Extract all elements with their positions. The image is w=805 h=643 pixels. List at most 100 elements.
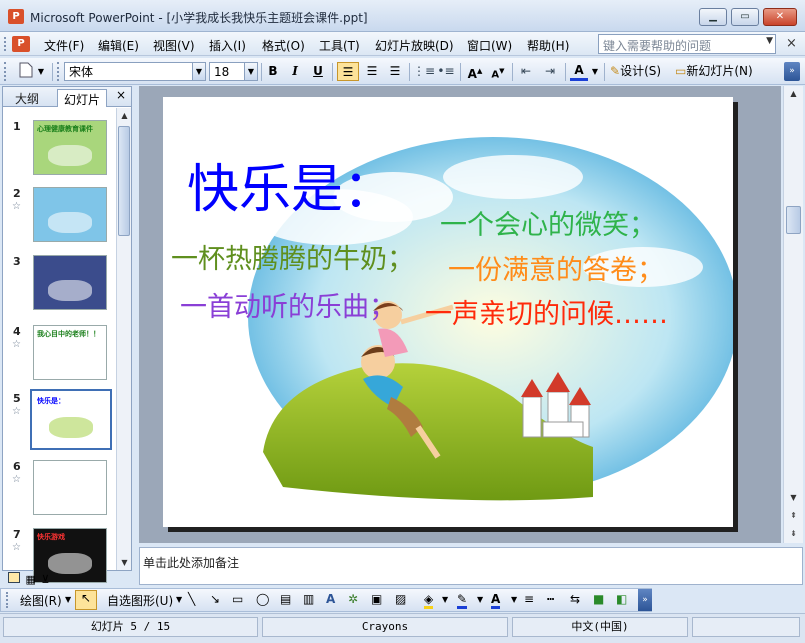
slide-thumbnail-row[interactable]: 5 ☆ 快乐是： (3, 389, 115, 452)
picture-icon[interactable]: ▨ (395, 592, 406, 606)
bold-button[interactable]: B (264, 62, 282, 81)
chevron-down-icon[interactable]: ▼ (511, 595, 517, 604)
toolbar-options-icon[interactable]: » (784, 62, 800, 81)
chevron-down-icon[interactable]: ▼ (36, 62, 46, 81)
shadow-style-icon[interactable]: ■ (593, 592, 604, 606)
scroll-up-icon[interactable]: ▲ (786, 86, 801, 101)
toolbar-options-icon[interactable]: » (638, 589, 652, 611)
tab-outline[interactable]: 大纲 (9, 89, 45, 107)
design-button[interactable]: ✎设计(S) (610, 62, 672, 81)
rectangle-tool-icon[interactable]: ▭ (232, 592, 243, 606)
minimize-button[interactable]: ▁ (699, 8, 727, 26)
increase-indent-icon[interactable]: ⇥ (540, 62, 560, 81)
thumbnails-scrollbar[interactable]: ▲ ▼ (116, 108, 131, 570)
slide-thumbnail[interactable] (33, 187, 107, 242)
menu-edit[interactable]: 编辑(E) (98, 37, 139, 54)
slide-sorter-icon[interactable]: ▦ (26, 573, 36, 586)
3d-style-icon[interactable]: ◧ (616, 592, 627, 606)
menu-slideshow[interactable]: 幻灯片放映(D) (375, 37, 454, 54)
close-icon[interactable]: × (116, 88, 126, 102)
new-slide-button[interactable]: ▭新幻灯片(N) (675, 62, 767, 81)
scroll-down-icon[interactable]: ▼ (786, 490, 801, 505)
slide-line-1[interactable]: 一个会心的微笑； (440, 203, 656, 242)
status-language[interactable]: 中文(中国) (512, 617, 688, 637)
maximize-button[interactable]: ▭ (731, 8, 759, 26)
toolbar-grip[interactable] (6, 592, 10, 608)
slide-line-2[interactable]: 一杯热腾腾的牛奶； (171, 237, 414, 276)
chevron-down-icon[interactable]: ▼ (244, 63, 257, 80)
notes-pane[interactable]: 单击此处添加备注 (139, 547, 803, 585)
document-close-button[interactable]: × (786, 36, 797, 51)
chevron-down-icon[interactable]: ▼ (65, 595, 71, 604)
menu-insert[interactable]: 插入(I) (209, 37, 246, 54)
wordart-icon[interactable]: A (326, 592, 335, 606)
draw-menu-button[interactable]: 绘图(R) (20, 592, 62, 609)
toolbar-grip[interactable] (57, 62, 61, 81)
underline-button[interactable]: U (309, 62, 327, 81)
bulleted-list-icon[interactable]: •≡ (436, 62, 456, 81)
fill-color-icon[interactable]: ◈ (424, 592, 434, 609)
decrease-indent-icon[interactable]: ⇤ (516, 62, 536, 81)
oval-tool-icon[interactable]: ◯ (256, 592, 269, 606)
slide-thumbnail[interactable]: 心理健康教育课件 (33, 120, 107, 175)
slide-line-5[interactable]: 一声亲切的问候…… (425, 292, 668, 331)
scroll-thumb[interactable] (118, 126, 130, 236)
chevron-down-icon[interactable]: ▼ (590, 62, 600, 81)
increase-font-icon[interactable]: A▲ (465, 62, 485, 81)
slide-thumbnail-row[interactable]: 1 心理健康教育课件 (3, 120, 115, 180)
diagram-icon[interactable]: ✲ (348, 592, 358, 606)
powerpoint-app-icon[interactable]: P (8, 9, 24, 24)
align-center-icon[interactable]: ☰ (361, 62, 383, 81)
line-style-icon[interactable]: ≡ (524, 592, 534, 606)
slide-thumbnail[interactable] (33, 460, 107, 515)
toolbar-grip[interactable] (4, 62, 8, 81)
normal-view-icon[interactable] (8, 572, 20, 583)
slide-heading[interactable]: 快乐是： (187, 147, 395, 222)
slideshow-icon[interactable]: ⊻ (41, 573, 49, 586)
next-slide-icon[interactable]: ⇟ (786, 526, 801, 541)
menu-format[interactable]: 格式(O) (262, 37, 305, 54)
menu-view[interactable]: 视图(V) (153, 37, 195, 54)
slide-thumbnail-row[interactable]: 6 ☆ (3, 460, 115, 520)
new-document-icon[interactable] (16, 62, 36, 81)
italic-button[interactable]: I (286, 62, 304, 81)
slide-canvas[interactable]: 快乐是： 一个会心的微笑； 一杯热腾腾的牛奶； 一份满意的答卷； 一首动听的乐曲… (163, 97, 733, 527)
slide-line-4[interactable]: 一首动听的乐曲； (180, 285, 396, 324)
menu-grip[interactable] (4, 37, 8, 51)
status-theme-name[interactable]: Crayons (262, 617, 508, 637)
font-color-icon[interactable]: A (491, 592, 501, 609)
numbered-list-icon[interactable]: ⋮≡ (413, 62, 435, 81)
chevron-down-icon[interactable]: ▼ (442, 595, 448, 604)
menu-help[interactable]: 帮助(H) (527, 37, 569, 54)
slide-thumbnail-row[interactable]: 2 ☆ (3, 187, 115, 247)
arrow-tool-icon[interactable]: ↘ (210, 592, 220, 606)
chevron-down-icon[interactable]: ▼ (192, 63, 205, 80)
close-button[interactable]: ✕ (763, 8, 797, 26)
menu-window[interactable]: 窗口(W) (467, 37, 512, 54)
decrease-font-icon[interactable]: A▼ (488, 62, 508, 81)
clipart-icon[interactable]: ▣ (371, 592, 382, 606)
slide-thumbnail[interactable]: 快乐是： (30, 389, 112, 450)
slide-thumbnail-row[interactable]: 3 (3, 255, 115, 315)
font-size-select[interactable]: 18 ▼ (209, 62, 258, 81)
previous-slide-icon[interactable]: ⇞ (786, 508, 801, 523)
font-color-icon[interactable]: A (570, 62, 588, 81)
menu-tools[interactable]: 工具(T) (319, 37, 360, 54)
textbox-tool-icon[interactable]: ▤ (280, 592, 291, 606)
line-tool-icon[interactable]: ╲ (188, 592, 195, 606)
slide-line-3[interactable]: 一份满意的答卷； (448, 248, 664, 287)
menu-file[interactable]: 文件(F) (44, 37, 84, 54)
slide-thumbnail[interactable]: 我心目中的老师！！ (33, 325, 107, 380)
align-right-icon[interactable]: ☰ (384, 62, 406, 81)
scroll-down-icon[interactable]: ▼ (117, 555, 132, 570)
align-left-icon[interactable]: ☰ (337, 62, 359, 81)
chevron-down-icon[interactable]: ▼ (477, 595, 483, 604)
chevron-down-icon[interactable]: ▼ (176, 595, 182, 604)
arrow-style-icon[interactable]: ⇆ (570, 592, 580, 606)
line-color-icon[interactable]: ✎ (457, 592, 468, 609)
chevron-down-icon[interactable]: ▼ (766, 36, 773, 46)
font-name-select[interactable]: 宋体 ▼ (64, 62, 206, 81)
slide-scrollbar[interactable]: ▲ ▼ ⇞ ⇟ (783, 86, 803, 543)
vertical-textbox-icon[interactable]: ▥ (303, 592, 314, 606)
tab-slides[interactable]: 幻灯片 (57, 89, 108, 107)
